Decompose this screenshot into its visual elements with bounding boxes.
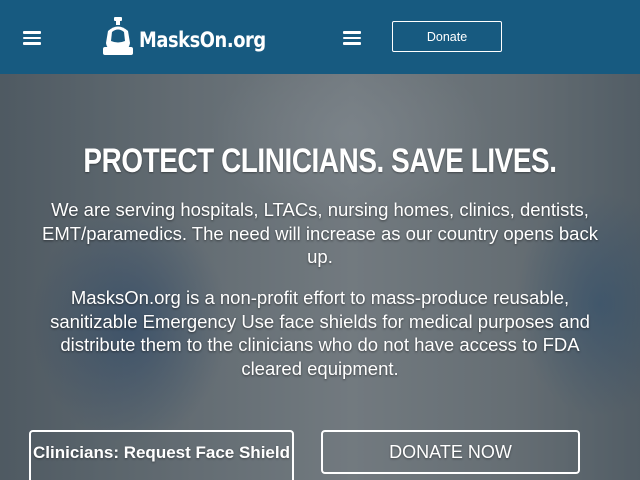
hero-paragraph-services: We are serving hospitals, LTACs, nursing… (42, 199, 598, 267)
hero-paragraph-mission: MasksOn.org is a non-profit effort to ma… (50, 287, 590, 379)
site-header: MasksOn.org Donate (0, 0, 640, 74)
donate-now-button[interactable]: DONATE NOW (321, 430, 580, 474)
site-logo[interactable]: MasksOn.org (103, 16, 288, 56)
logo-text: MasksOn.org (139, 28, 266, 52)
donate-button[interactable]: Donate (392, 21, 502, 52)
mask-logo-icon (103, 17, 133, 55)
hero-background-image (0, 74, 640, 480)
request-face-shield-button[interactable]: Clinicians: Request Face Shield (29, 430, 294, 480)
hamburger-menu-icon[interactable] (23, 31, 41, 45)
hamburger-menu-icon[interactable] (343, 31, 361, 45)
hero-section: PROTECT CLINICIANS. SAVE LIVES. We are s… (0, 74, 640, 480)
hero-title: PROTECT CLINICIANS. SAVE LIVES. (83, 142, 557, 180)
